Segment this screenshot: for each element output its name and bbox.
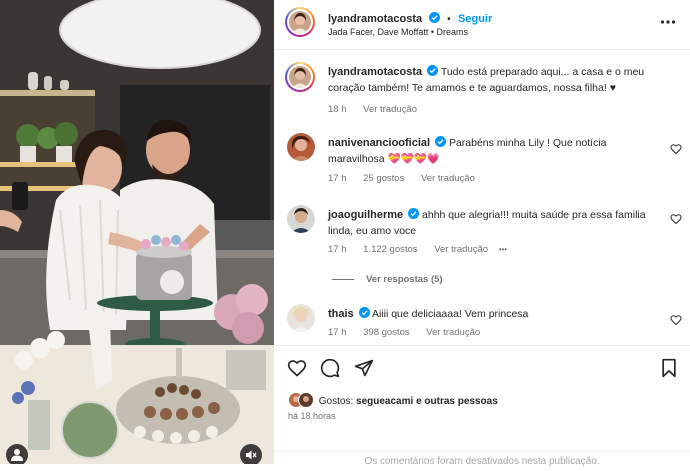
- comment-like-heart-icon[interactable]: [670, 143, 682, 155]
- comment-username[interactable]: nanivenanciooficial: [328, 137, 430, 149]
- heart-icon[interactable]: [287, 358, 307, 378]
- comment-avatar[interactable]: [287, 205, 315, 233]
- photo-illustration: [0, 0, 274, 464]
- comment-username[interactable]: joaoguilherme: [328, 209, 403, 221]
- more-options-button[interactable]: [660, 14, 676, 35]
- verified-badge-icon: [428, 12, 440, 23]
- audio-track[interactable]: Jada Facer, Dave Moffatt • Dreams: [328, 27, 468, 37]
- likes-prefix: Gostos:: [318, 396, 357, 407]
- comment-time[interactable]: 17 h: [328, 173, 347, 184]
- header-separator: •: [447, 14, 451, 25]
- caption-time[interactable]: 18 h: [328, 104, 347, 115]
- caption-meta: 18 h Ver tradução: [328, 104, 431, 115]
- likes-suffix[interactable]: e outras pessoas: [413, 396, 498, 407]
- more-icon: [660, 20, 676, 24]
- comment-translate-link[interactable]: Ver tradução: [421, 173, 475, 184]
- comment-meta: 17 h 398 gostos Ver tradução: [328, 327, 494, 338]
- comments-list[interactable]: lyandramotacosta Tudo está preparado aqu…: [274, 50, 690, 345]
- send-icon[interactable]: [354, 358, 374, 378]
- caption-translate-link[interactable]: Ver tradução: [363, 104, 417, 115]
- caption-avatar[interactable]: [285, 62, 315, 92]
- post-actions: Gostos: segueacami e outras pessoas há 1…: [274, 345, 690, 467]
- verified-badge-icon: [358, 307, 370, 318]
- comment-likes[interactable]: 1.122 gostos: [363, 244, 417, 255]
- caption-body: lyandramotacosta Tudo está preparado aqu…: [328, 64, 658, 96]
- post-details-panel: lyandramotacosta • Seguir Jada Facer, Da…: [274, 0, 690, 467]
- comment-body: joaoguilherme ahhh que alegria!!! muita …: [328, 207, 658, 239]
- verified-badge-icon: [435, 136, 447, 147]
- comment-body: nanivenanciooficial Parabéns minha Lily …: [328, 135, 658, 167]
- comment-likes[interactable]: 398 gostos: [363, 327, 409, 338]
- user-tag-icon: [11, 449, 23, 461]
- mute-button[interactable]: [240, 444, 262, 464]
- post-header: lyandramotacosta • Seguir Jada Facer, Da…: [274, 0, 690, 50]
- author-username[interactable]: lyandramotacosta: [328, 13, 422, 25]
- comment-translate-link[interactable]: Ver tradução: [426, 327, 480, 338]
- comment-meta: 17 h 25 gostos Ver tradução: [328, 173, 489, 184]
- comment-like-heart-icon[interactable]: [670, 213, 682, 225]
- likes-user[interactable]: segueacami: [356, 396, 413, 407]
- comment-time[interactable]: 17 h: [328, 244, 347, 255]
- comment-username[interactable]: thais: [328, 308, 354, 320]
- follow-button[interactable]: Seguir: [458, 13, 492, 25]
- view-replies-label: Ver respostas (5): [366, 274, 443, 285]
- comment-time[interactable]: 17 h: [328, 327, 347, 338]
- replies-divider: [332, 278, 354, 280]
- view-replies-button[interactable]: Ver respostas (5): [332, 274, 443, 285]
- tagged-users-button[interactable]: [6, 444, 28, 464]
- verified-badge-icon: [408, 208, 420, 219]
- comment-likes[interactable]: 25 gostos: [363, 173, 404, 184]
- verified-badge-icon: [427, 65, 439, 76]
- post-time[interactable]: há 18 horas: [288, 411, 336, 421]
- likes-summary: Gostos: segueacami e outras pessoas: [288, 392, 498, 408]
- speaker-muted-icon: [246, 450, 257, 460]
- bookmark-icon[interactable]: [659, 358, 679, 378]
- comment-like-heart-icon[interactable]: [670, 314, 682, 326]
- likers-avatars[interactable]: [288, 392, 316, 408]
- comment-icon[interactable]: [320, 358, 340, 378]
- author-avatar[interactable]: [285, 7, 315, 37]
- comment-avatar[interactable]: [287, 304, 315, 332]
- comment-translate-link[interactable]: Ver tradução: [434, 244, 488, 255]
- comment-meta: 17 h 1.122 gostos Ver tradução •••: [328, 244, 521, 255]
- comments-disabled-notice: Os comentários foram desativados nesta p…: [274, 451, 690, 471]
- caption-username[interactable]: lyandramotacosta: [328, 66, 422, 78]
- comment-avatar[interactable]: [287, 133, 315, 161]
- post-photo[interactable]: [0, 0, 274, 464]
- comment-body: thais Aiiii que deliciaaaa! Vem princesa: [328, 306, 658, 322]
- comment-more-button[interactable]: •••: [499, 245, 507, 254]
- comment-text: Aiiii que deliciaaaa! Vem princesa: [371, 308, 529, 320]
